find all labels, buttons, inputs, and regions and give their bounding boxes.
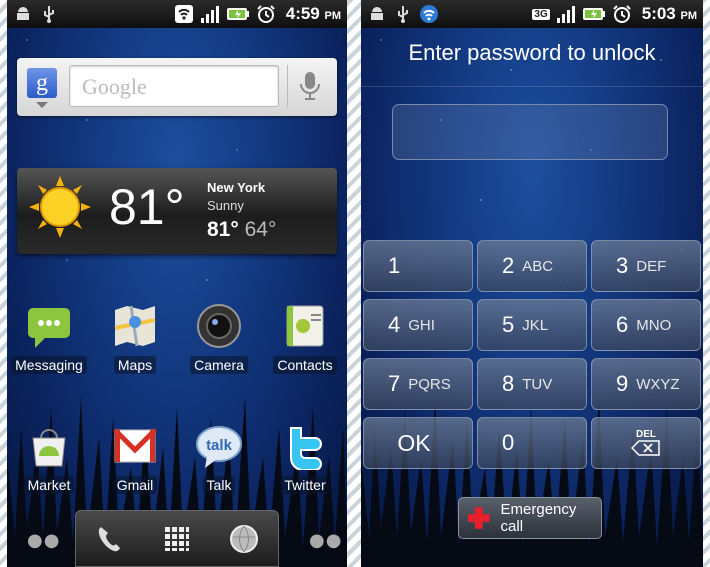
camera-icon: [197, 304, 241, 348]
key-2[interactable]: 2 ABC: [477, 240, 587, 292]
home-screen: 4:59 PM g Google 81° New York Sunny 81° …: [7, 0, 347, 567]
usb-icon: [44, 6, 54, 23]
key-6[interactable]: 6 MNO: [591, 299, 701, 351]
signal-icon: [200, 6, 219, 23]
wifi-icon: [174, 5, 193, 23]
search-input[interactable]: Google: [69, 65, 279, 107]
app-drawer-icon[interactable]: [163, 525, 191, 553]
alarm-icon: [257, 5, 275, 23]
app-camera[interactable]: Camera: [177, 302, 261, 374]
delete-button[interactable]: DEL: [591, 417, 701, 469]
talk-icon: talk: [196, 426, 242, 468]
gmail-icon: [113, 428, 157, 463]
voice-search-button[interactable]: [287, 65, 331, 107]
messaging-icon: [28, 308, 70, 348]
high-temperature: 81°: [207, 218, 239, 241]
phone-icon[interactable]: [95, 524, 125, 554]
current-temperature: 81°: [109, 179, 185, 235]
app-market[interactable]: Market: [7, 422, 91, 494]
status-bar: 4:59 PM: [7, 0, 347, 28]
contacts-icon: [286, 305, 324, 347]
weather-city: New York: [207, 180, 266, 195]
clock-time: 4:59 PM: [285, 4, 341, 23]
app-talk[interactable]: talk Talk: [177, 422, 261, 494]
emergency-cross-icon: [467, 507, 490, 529]
signal-icon: [556, 6, 575, 23]
browser-icon[interactable]: [229, 524, 259, 554]
twitter-icon: [290, 427, 322, 470]
title-divider: [361, 86, 703, 87]
usb-icon: [398, 6, 408, 23]
battery-charging-icon: [582, 8, 605, 20]
key-5[interactable]: 5 JKL: [477, 299, 587, 351]
google-logo-icon[interactable]: g: [27, 68, 57, 98]
dock: [75, 510, 279, 567]
battery-charging-icon: [226, 8, 249, 20]
unlock-prompt-title: Enter password to unlock: [408, 40, 656, 65]
key-4[interactable]: 4 GHI: [363, 299, 473, 351]
google-search-widget[interactable]: g Google: [17, 58, 337, 116]
svg-text:talk: talk: [206, 437, 233, 454]
app-messaging[interactable]: Messaging: [7, 302, 91, 374]
app-contacts[interactable]: Contacts: [263, 302, 347, 374]
high-low-temperature: 81° 64°: [207, 218, 276, 242]
alarm-icon: [613, 5, 631, 23]
key-7[interactable]: 7 PQRS: [363, 358, 473, 410]
low-temperature: 64°: [244, 218, 277, 241]
search-source-dropdown-icon[interactable]: [36, 102, 48, 108]
android-debug-icon: [371, 7, 383, 20]
status-bar: 3G 5:03 PM: [361, 0, 703, 28]
left-pages-indicator[interactable]: ●●: [27, 530, 60, 551]
key-9[interactable]: 9 WXYZ: [591, 358, 701, 410]
app-twitter[interactable]: Twitter: [263, 422, 347, 494]
microphone-icon: [299, 72, 320, 100]
app-gmail[interactable]: Gmail: [93, 422, 177, 494]
ok-button[interactable]: OK: [363, 417, 473, 469]
weather-condition: Sunny: [207, 198, 244, 213]
wifi-hotspot-icon: [420, 5, 438, 23]
backspace-icon: [631, 440, 660, 456]
network-type-icon: 3G: [532, 8, 550, 20]
key-0[interactable]: 0: [477, 417, 587, 469]
password-field[interactable]: [392, 104, 668, 160]
weather-widget[interactable]: 81° New York Sunny 81° 64°: [17, 168, 337, 254]
lock-screen: 3G 5:03 PM Enter password to unlock 1 2A…: [361, 0, 703, 567]
market-icon: [32, 429, 66, 467]
right-pages-indicator[interactable]: ●●: [309, 530, 342, 551]
key-8[interactable]: 8 TUV: [477, 358, 587, 410]
clock-time: 5:03 PM: [641, 4, 697, 23]
sun-icon: [29, 176, 91, 238]
emergency-call-button[interactable]: Emergency call: [458, 497, 602, 539]
app-maps[interactable]: Maps: [93, 302, 177, 374]
maps-icon: [114, 305, 156, 347]
android-debug-icon: [17, 7, 29, 20]
key-3[interactable]: 3 DEF: [591, 240, 701, 292]
key-1[interactable]: 1: [363, 240, 473, 292]
